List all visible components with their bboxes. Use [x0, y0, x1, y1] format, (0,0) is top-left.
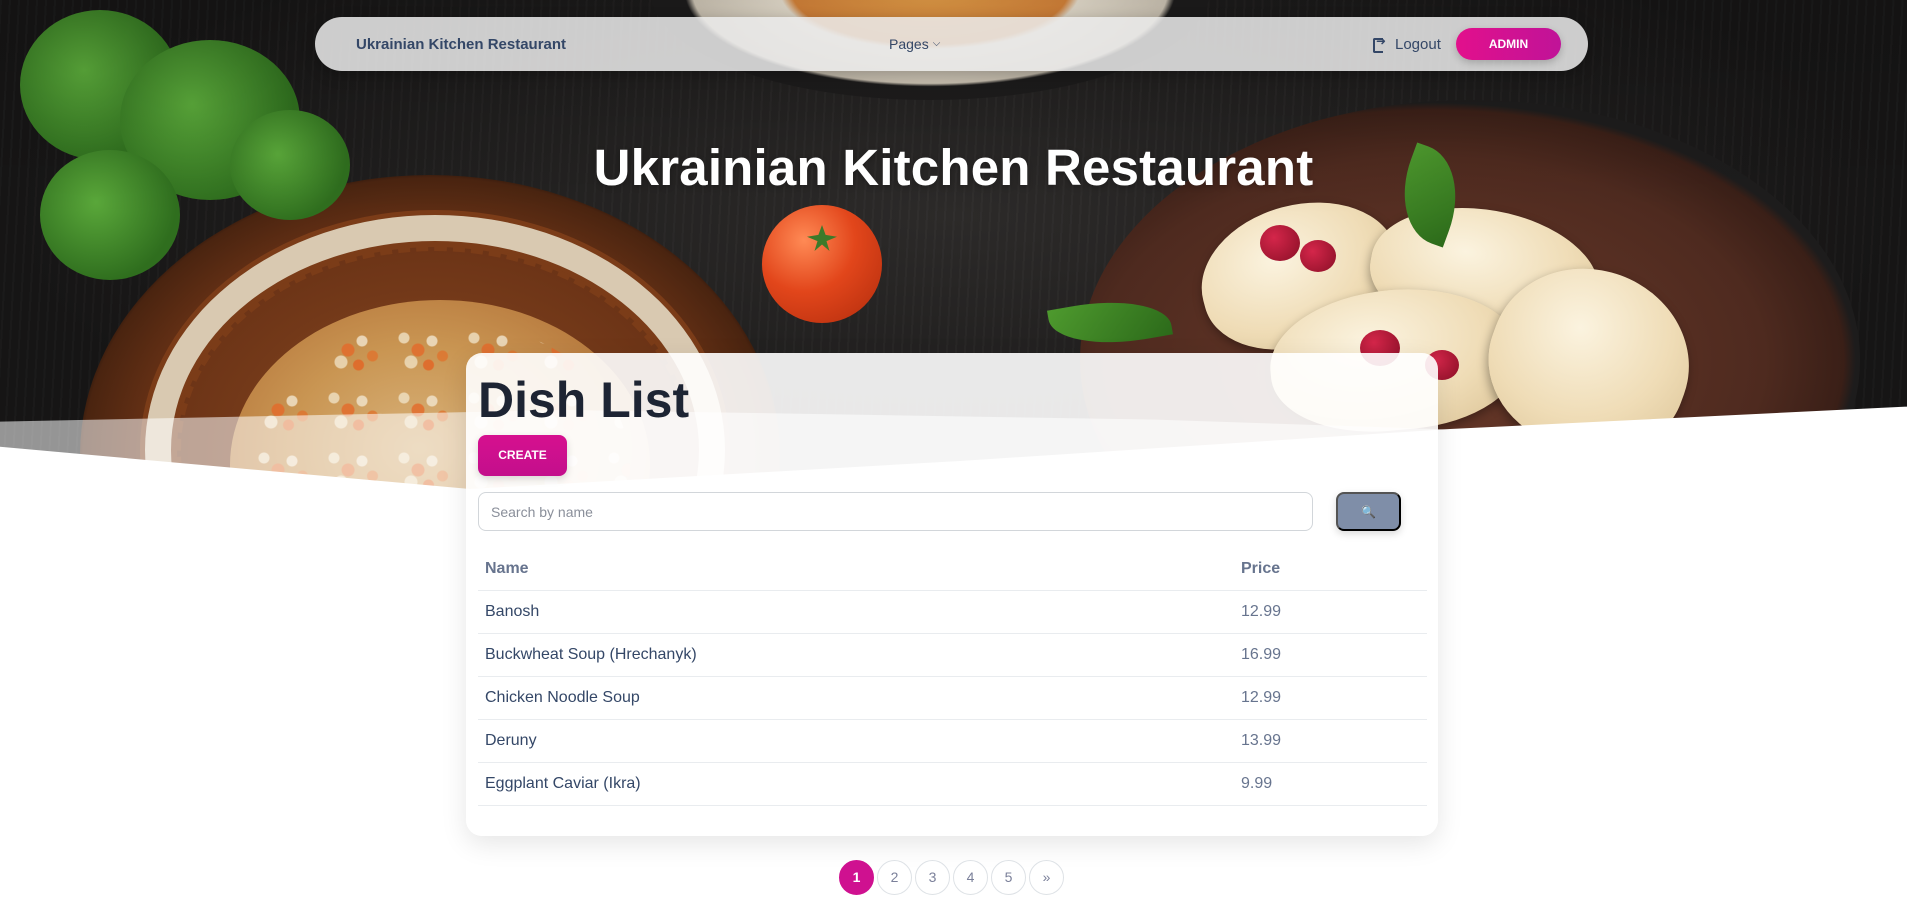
dish-name: Eggplant Caviar (Ikra) [478, 762, 1234, 806]
page-3-button[interactable]: 3 [915, 860, 950, 895]
pagination: 1 2 3 4 5 » [839, 860, 1064, 895]
logout-label: Logout [1395, 35, 1441, 53]
dish-price: 13.99 [1234, 719, 1427, 763]
navbar-brand[interactable]: Ukrainian Kitchen Restaurant [356, 36, 566, 53]
table-row[interactable]: Buckwheat Soup (Hrechanyk) 16.99 [478, 633, 1427, 677]
next-page-button[interactable]: » [1029, 860, 1064, 895]
dish-name: Deruny [478, 719, 1234, 763]
dish-price: 16.99 [1234, 633, 1427, 677]
search-input[interactable] [478, 492, 1313, 531]
pages-dropdown[interactable]: Pages ⌵ [889, 36, 940, 52]
page-title: Dish List [478, 372, 690, 428]
logout-link[interactable]: Logout [1373, 34, 1441, 53]
dish-table: Name Price Banosh 12.99 Buckwheat Soup (… [478, 548, 1427, 806]
table-header-row: Name Price [478, 548, 1427, 591]
pages-label: Pages [889, 36, 929, 52]
dish-name: Banosh [478, 590, 1234, 634]
page-2-button[interactable]: 2 [877, 860, 912, 895]
admin-button[interactable]: ADMIN [1456, 28, 1561, 60]
navbar: Ukrainian Kitchen Restaurant Pages ⌵ Log… [315, 17, 1588, 71]
column-header-price[interactable]: Price [1234, 548, 1427, 591]
page-5-button[interactable]: 5 [991, 860, 1026, 895]
table-row[interactable]: Deruny 13.99 [478, 719, 1427, 763]
table-row[interactable]: Eggplant Caviar (Ikra) 9.99 [478, 762, 1427, 806]
search-button[interactable]: 🔍 [1336, 492, 1401, 531]
create-button[interactable]: CREATE [478, 435, 567, 476]
dish-list-card: Dish List CREATE 🔍 Name Price Banosh 12.… [466, 353, 1438, 836]
dish-price: 12.99 [1234, 590, 1427, 634]
table-row[interactable]: Chicken Noodle Soup 12.99 [478, 676, 1427, 720]
chevron-down-icon: ⌵ [932, 37, 941, 49]
dish-price: 9.99 [1234, 762, 1427, 806]
dish-price: 12.99 [1234, 676, 1427, 720]
page-4-button[interactable]: 4 [953, 860, 988, 895]
logout-icon [1373, 34, 1387, 53]
dish-name: Chicken Noodle Soup [478, 676, 1234, 720]
search-icon: 🔍 [1361, 504, 1376, 519]
column-header-name[interactable]: Name [478, 548, 1234, 591]
dish-name: Buckwheat Soup (Hrechanyk) [478, 633, 1234, 677]
hero-title: Ukrainian Kitchen Restaurant [593, 139, 1314, 196]
table-row[interactable]: Banosh 12.99 [478, 590, 1427, 634]
page-1-button[interactable]: 1 [839, 860, 874, 895]
